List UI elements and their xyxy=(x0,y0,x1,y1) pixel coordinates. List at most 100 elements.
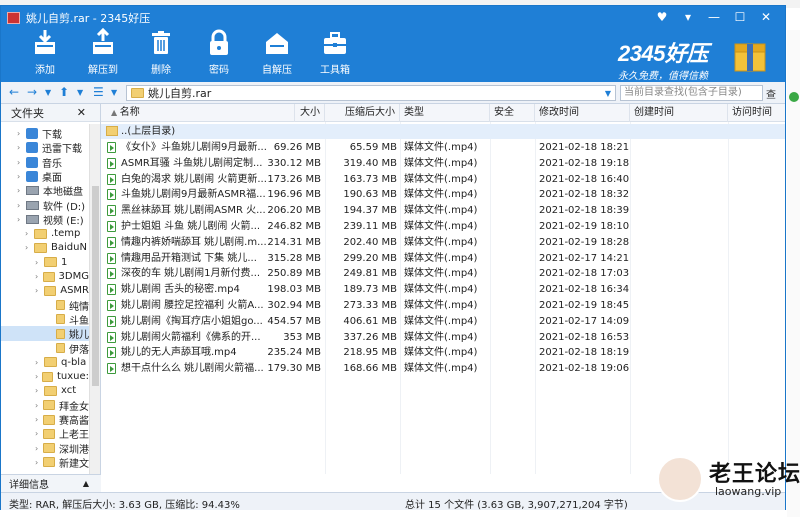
video-file-icon xyxy=(107,284,116,296)
self-extract-label: 自解压 xyxy=(262,65,292,76)
file-row[interactable]: 白兔的渴求 姚儿剧闹 火箭更新... 173.26 MB 163.73 MB 媒体文件… xyxy=(101,172,785,187)
tree-item[interactable]: › 本地磁盘 xyxy=(1,183,89,198)
file-row[interactable]: 姚儿剧闹 舌头的秘密.mp4 198.03 MB 189.73 MB 媒体文件(.mp… xyxy=(101,282,785,297)
col-created[interactable]: 创建时间 xyxy=(630,104,728,122)
expand-arrow-icon[interactable]: › xyxy=(17,143,26,152)
file-row[interactable]: 护士姐姐 斗鱼 姚儿剧闹 火箭... 246.82 MB 239.11 MB 媒体文件… xyxy=(101,219,785,234)
expand-arrow-icon[interactable]: › xyxy=(35,372,42,381)
expand-arrow-icon[interactable]: › xyxy=(35,272,43,281)
close-tree-icon[interactable]: ✕ xyxy=(77,106,86,119)
col-packed[interactable]: 压缩后大小 xyxy=(325,104,400,122)
self-extract-button[interactable]: 自解压 xyxy=(251,28,303,76)
tree-item[interactable]: › xct xyxy=(1,383,89,398)
tree-item[interactable]: › 下载 xyxy=(1,126,89,141)
col-type[interactable]: 类型 xyxy=(400,104,490,122)
delete-button[interactable]: 删除 xyxy=(135,28,187,76)
tree-item[interactable]: › q-bla xyxy=(1,355,89,370)
expand-arrow-icon[interactable]: › xyxy=(35,458,43,467)
tree-scrollbar[interactable] xyxy=(89,124,100,474)
toolbox-button[interactable]: 工具箱 xyxy=(309,28,361,76)
col-accessed[interactable]: 访问时间 xyxy=(728,104,785,122)
expand-arrow-icon[interactable]: › xyxy=(35,429,43,438)
password-button[interactable]: 密码 xyxy=(193,28,245,76)
search-input[interactable]: 当前目录查找(包含子目录) xyxy=(620,85,763,101)
expand-arrow-icon[interactable]: › xyxy=(35,386,44,395)
col-modified[interactable]: 修改时间 xyxy=(535,104,630,122)
file-row[interactable]: 想干点什么么 姚儿剧闹火箭福... 179.30 MB 168.66 MB 媒体文件(… xyxy=(101,361,785,376)
tree-item[interactable]: 斗鱼 xyxy=(1,312,89,327)
expand-arrow-icon[interactable]: › xyxy=(17,172,26,181)
tree-item[interactable]: › 1 xyxy=(1,255,89,270)
col-size[interactable]: 大小 xyxy=(295,104,325,122)
file-row[interactable]: 姚儿剧闹火箭福利《佛系的开... 353 MB 337.26 MB 媒体文件(.mp4… xyxy=(101,330,785,345)
expand-arrow-icon[interactable]: › xyxy=(35,358,44,367)
tree-item[interactable]: 伊落 xyxy=(1,341,89,356)
path-dropdown-icon[interactable]: ▼ xyxy=(605,89,611,98)
tree-item[interactable]: › 上老王 xyxy=(1,426,89,441)
maximize-button[interactable]: ☐ xyxy=(727,8,753,26)
file-row[interactable]: 姚儿剧闹 腰控足控福利 火箭A... 302.94 MB 273.33 MB 媒体文件… xyxy=(101,298,785,313)
file-row[interactable]: 姚儿剧闹《掏耳疗店小姐姐go... 454.57 MB 406.61 MB 媒体文件(… xyxy=(101,314,785,329)
file-row[interactable]: ASMR耳骚 斗鱼姚儿剧闹定制... 330.12 MB 319.40 MB 媒体文件… xyxy=(101,156,785,171)
file-modified: 2021-02-18 16:53:... xyxy=(539,331,629,343)
details-pane-toggle[interactable]: 详细信息 ▲ xyxy=(1,474,101,492)
file-row[interactable]: 《女仆》斗鱼姚儿剧闹9月最新... 69.26 MB 65.59 MB 媒体文件(.m… xyxy=(101,140,785,155)
up-dropdown-icon[interactable]: ▼ xyxy=(77,88,83,97)
parent-dir-row[interactable]: ..(上层目录) xyxy=(101,124,785,139)
forward-icon[interactable]: → xyxy=(27,85,37,99)
path-field[interactable]: 姚儿自剪.rar ▼ xyxy=(126,85,616,101)
brand-name: 2345好压 xyxy=(618,41,708,66)
file-row[interactable]: 姚儿的无人声舔耳哦.mp4 235.24 MB 218.95 MB 媒体文件(.mp4… xyxy=(101,345,785,360)
expand-arrow-icon[interactable]: › xyxy=(17,215,26,224)
file-row[interactable]: 斗鱼姚儿剧闹9月最新ASMR福... 196.96 MB 190.63 MB 媒体文件… xyxy=(101,187,785,202)
expand-arrow-icon[interactable]: › xyxy=(17,201,26,210)
tree-item[interactable]: › 3DMG xyxy=(1,269,89,284)
expand-arrow-icon[interactable]: › xyxy=(35,258,44,267)
watermark-title: 老王论坛 xyxy=(709,462,800,487)
title-bar: 姚儿自剪.rar - 2345好压 xyxy=(7,10,150,26)
tree-item[interactable]: › 桌面 xyxy=(1,169,89,184)
tree-item[interactable]: › ASMR xyxy=(1,283,89,298)
tree-scrollbar-thumb[interactable] xyxy=(92,186,99,386)
minimize-button[interactable]: — xyxy=(701,8,727,26)
tree-item[interactable]: › tuxue: xyxy=(1,369,89,384)
expand-arrow-icon[interactable]: › xyxy=(17,129,26,138)
history-dropdown-icon[interactable]: ▼ xyxy=(45,88,51,97)
tree-item[interactable]: › 新建文 xyxy=(1,455,89,470)
tree-item[interactable]: › BaiduN xyxy=(1,240,89,255)
tree-item[interactable]: 姚儿 xyxy=(1,326,89,342)
file-row[interactable]: 深夜的车 姚儿剧闹1月新付费... 250.89 MB 249.81 MB 媒体文件(… xyxy=(101,266,785,281)
expand-arrow-icon[interactable]: › xyxy=(35,401,43,410)
view-mode-icon[interactable]: ☰ xyxy=(93,85,104,99)
back-icon[interactable]: ← xyxy=(9,85,19,99)
tree-item[interactable]: › .temp xyxy=(1,226,89,241)
up-folder-icon[interactable]: ⬆ xyxy=(59,85,69,99)
view-dropdown-icon[interactable]: ▼ xyxy=(111,88,117,97)
expand-arrow-icon[interactable]: › xyxy=(25,243,34,252)
expand-arrow-icon[interactable]: › xyxy=(17,186,26,195)
tree-item[interactable]: › 迅雷下载 xyxy=(1,140,89,155)
expand-arrow-icon[interactable]: › xyxy=(35,286,44,295)
tree-item[interactable]: › 拜金女 xyxy=(1,398,89,413)
extract-to-button[interactable]: 解压到 xyxy=(77,28,129,76)
tree-item[interactable]: › 深圳港 xyxy=(1,441,89,456)
col-name[interactable]: ▲ 名称 xyxy=(101,104,295,122)
menu-dropdown-icon[interactable]: ▾ xyxy=(675,8,701,26)
file-row[interactable]: 黑丝袜舔耳 姚儿剧闹ASMR 火... 206.20 MB 194.37 MB 媒体文… xyxy=(101,203,785,218)
tree-item[interactable]: › 视频 (E:) xyxy=(1,212,89,227)
tree-item[interactable]: › 软件 (D:) xyxy=(1,198,89,213)
expand-arrow-icon[interactable]: › xyxy=(35,415,43,424)
tree-item[interactable]: 纯情 xyxy=(1,298,89,313)
expand-arrow-icon[interactable]: › xyxy=(17,158,26,167)
expand-arrow-icon[interactable]: › xyxy=(35,444,43,453)
tree-item[interactable]: › 赛高酱 xyxy=(1,412,89,427)
file-row[interactable]: 情趣用品开箱测试 下集 姚儿... 315.28 MB 299.20 MB 媒体文件(… xyxy=(101,251,785,266)
tree-item[interactable]: › 音乐 xyxy=(1,155,89,170)
col-security[interactable]: 安全 xyxy=(490,104,535,122)
favorite-icon[interactable]: ♥ xyxy=(649,8,675,26)
path-text: 姚儿自剪.rar xyxy=(148,87,212,100)
file-row[interactable]: 情趣内裤娇喘舔耳 姚儿剧闹.m... 214.31 MB 202.40 MB 媒体文件… xyxy=(101,235,785,250)
expand-arrow-icon[interactable]: › xyxy=(25,229,34,238)
add-button[interactable]: 添加 xyxy=(19,28,71,76)
close-button[interactable]: ✕ xyxy=(753,8,779,26)
